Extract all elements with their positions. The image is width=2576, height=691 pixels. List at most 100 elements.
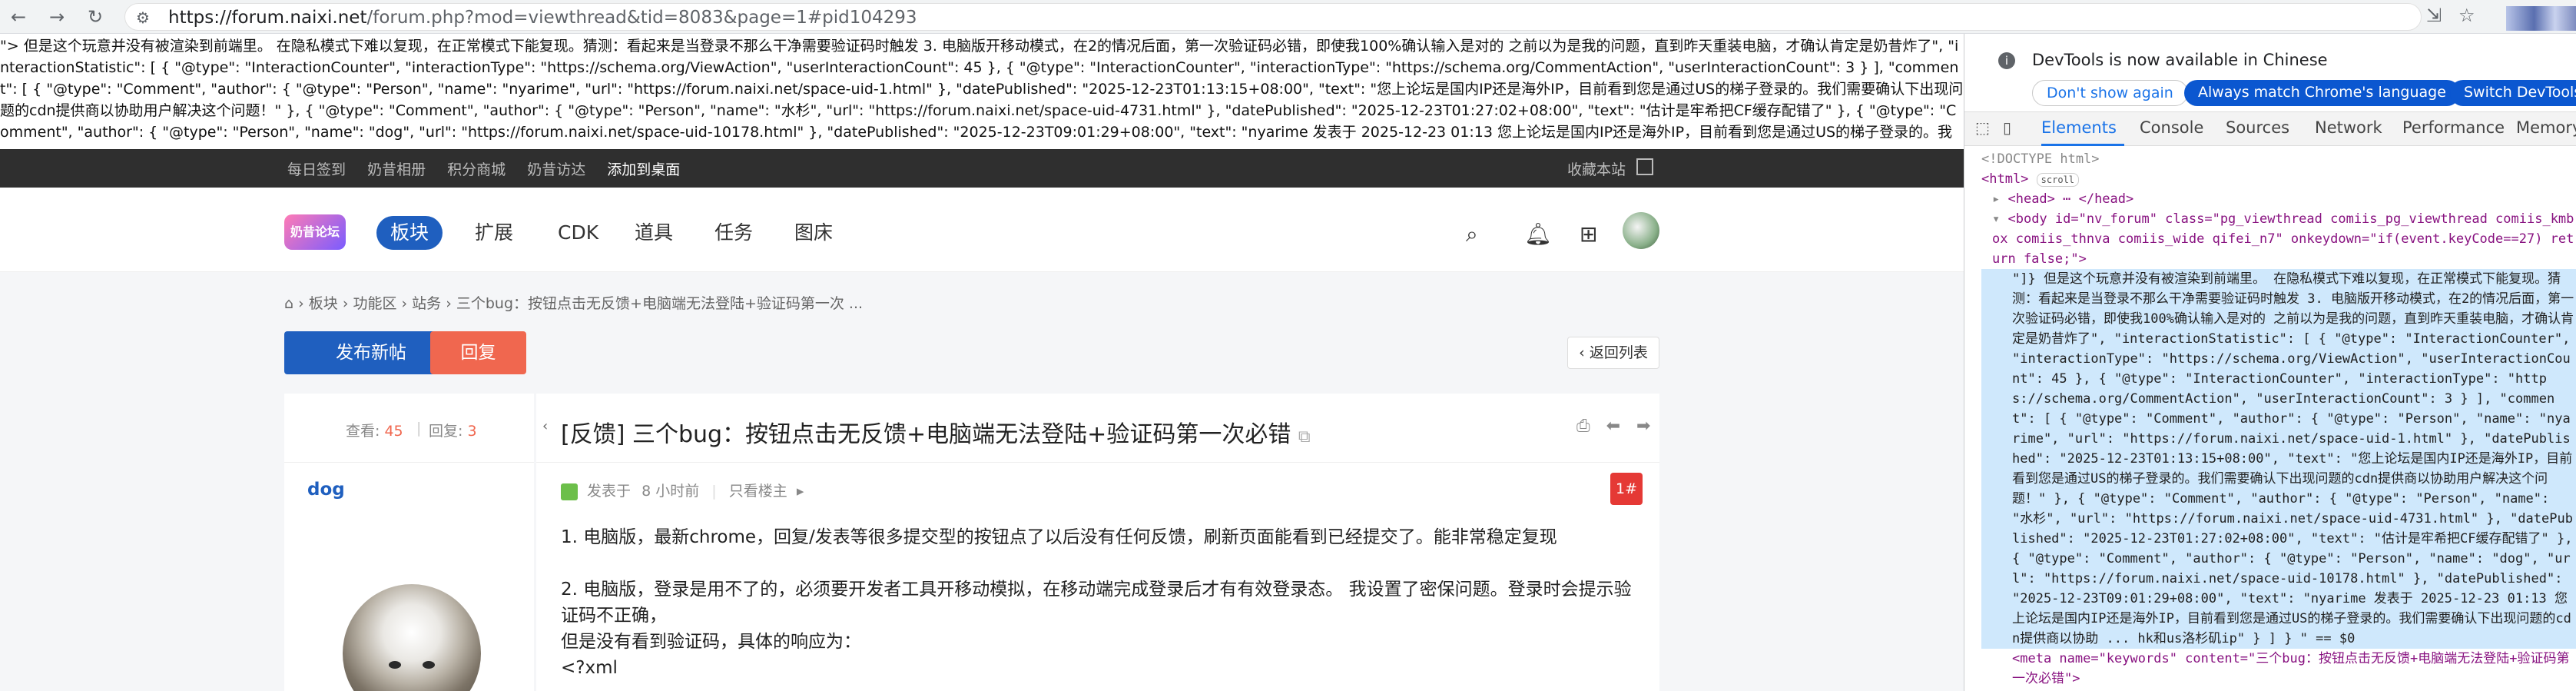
tab-network[interactable]: Network [2315, 118, 2382, 137]
breadcrumb-item[interactable]: 板块 [309, 295, 338, 312]
views-stat: 查看: 45 [346, 423, 403, 440]
author-name[interactable]: dog [307, 480, 345, 500]
reply-button[interactable]: 回复 [430, 331, 526, 374]
nav-cdk[interactable]: CDK [544, 216, 612, 250]
posted-label: 发表于 [587, 483, 632, 500]
post-paragraph: 1. 电脑版，最新chrome，回复/发表等很多提交型的按钮点了以后没有任何反馈… [561, 527, 1557, 547]
post-column: ‹ [反馈] 三个bug：按钮点击无反馈+电脑端无法登陆+验证码第一次必错 ⧉ … [536, 394, 1659, 691]
info-icon: i [1998, 52, 2015, 69]
forward-arrow-icon[interactable]: → [45, 5, 69, 29]
dom-html-open[interactable]: <html> scroll [1981, 169, 2576, 189]
posted-time: 8 小时前 [642, 483, 700, 500]
device-toggle-icon[interactable]: ▯ [2003, 118, 2011, 137]
tab-elements[interactable]: Elements [2041, 118, 2117, 137]
devtools-language-notice: i DevTools is now available in Chinese D… [1964, 34, 2576, 112]
dom-tree: <!DOCTYPE html> <html> scroll ▸ <head> ⋯… [1964, 149, 2576, 691]
only-author-link[interactable]: 只看楼主 [729, 483, 787, 500]
tab-sources[interactable]: Sources [2226, 118, 2289, 137]
dom-body-open[interactable]: ▾ <body id="nv_forum" class="pg_viewthre… [1981, 209, 2576, 269]
thread-tools: ⎙ ⬅ ➡ [1566, 417, 1650, 436]
thread-title: [反馈] 三个bug：按钮点击无反馈+电脑端无法登陆+验证码第一次必错 ⧉ [561, 421, 1311, 448]
chevron-right-icon: ▸ [796, 483, 804, 500]
address-bar[interactable]: ⚙ https://forum.naixi.net/forum.php?mod=… [124, 3, 2422, 31]
topbar-link-checkin[interactable]: 每日签到 [287, 161, 346, 178]
stats-divider: | [416, 420, 422, 437]
thread-title-bar: ‹ [反馈] 三个bug：按钮点击无反馈+电脑端无法登陆+验证码第一次必错 ⧉ … [536, 394, 1659, 463]
floor-badge[interactable]: 1# [1610, 473, 1643, 505]
user-avatar[interactable] [1623, 212, 1659, 249]
breadcrumb: ⌂ › 板块 › 功能区 › 站务 › 三个bug：按钮点击无反馈+电脑端无法登… [284, 292, 863, 313]
prev-thread-icon[interactable]: ⬅ [1606, 417, 1620, 436]
breadcrumb-sep-icon: › [298, 295, 309, 312]
match-language-button[interactable]: Always match Chrome's language [2184, 80, 2460, 106]
author-avatar[interactable] [343, 584, 481, 691]
topbar-links: 每日签到 奶昔相册 积分商城 奶昔访达 添加到桌面 [287, 158, 697, 179]
leaked-json-text: "> 但是这个玩意并没有被渲染到前端里。 在隐私模式下难以复现，在正常模式下能复… [0, 38, 1964, 141]
print-icon[interactable]: ⎙ [1576, 417, 1590, 436]
expand-arrow-icon[interactable]: ▸ [1992, 191, 2007, 207]
topbar-link-shop[interactable]: 积分商城 [447, 161, 506, 178]
devtools-tabs: ⬚ ▯ Elements Console Sources Network Per… [1964, 112, 2576, 146]
topbar-link-album[interactable]: 奶昔相册 [367, 161, 426, 178]
dont-show-again-button[interactable]: Don't show again [2032, 80, 2188, 106]
topbar-link-desktop[interactable]: 添加到桌面 [607, 161, 680, 178]
dom-text-node[interactable]: "]} 但是这个玩意并没有被渲染到前端里。 在隐私模式下难以复现，在正常模式下能… [1981, 269, 2576, 649]
profile-avatar[interactable] [2506, 6, 2576, 31]
active-tab-indicator [2041, 144, 2124, 146]
post-paragraph: 2. 电脑版，登录是用不了的，必须要开发者工具开移动模拟，在移动端完成登录后才有… [561, 580, 1632, 626]
breadcrumb-sep-icon: › [446, 295, 456, 312]
dom-meta-keywords[interactable]: <meta name="keywords" content="三个bug：按钮点… [1981, 649, 2576, 689]
nav-imagehost[interactable]: 图床 [781, 216, 847, 250]
collapse-arrow-icon[interactable]: ▾ [1992, 211, 2007, 227]
favorite-link[interactable]: 收藏本站 [1567, 158, 1626, 179]
inspect-element-icon[interactable]: ⬚ [1975, 118, 1990, 137]
site-topbar: 每日签到 奶昔相册 积分商城 奶昔访达 添加到桌面 收藏本站 [0, 149, 1964, 188]
url-text: https://forum.naixi.net/forum.php?mod=vi… [168, 8, 917, 28]
meta-divider: | [711, 483, 717, 500]
search-icon[interactable]: ⌕ [1466, 221, 1478, 247]
nav-tasks[interactable]: 任务 [701, 216, 767, 250]
nav-items[interactable]: 道具 [621, 216, 687, 250]
nav-extensions[interactable]: 扩展 [461, 216, 527, 250]
replies-stat: 回复: 3 [429, 423, 477, 440]
post-code-line: <?xml [561, 658, 618, 678]
site-header: 奶昔论坛 板块 扩展 CDK 道具 任务 图床 ⌕ 🔔︎ ⊞ [0, 188, 1964, 272]
web-page: "> 但是这个玩意并没有被渲染到前端里。 在隐私模式下难以复现，在正常模式下能复… [0, 34, 1964, 691]
switch-devtools-button[interactable]: Switch DevTools t [2450, 80, 2576, 106]
next-thread-icon[interactable]: ➡ [1636, 417, 1650, 436]
apps-grid-icon[interactable]: ⊞ [1580, 221, 1597, 247]
author-column: 查看: 45 | 回复: 3 dog [284, 394, 534, 691]
install-icon[interactable]: ⇲ [2426, 5, 2442, 26]
notice-text: DevTools is now available in Chinese [2032, 51, 2328, 69]
topbar-link-finder[interactable]: 奶昔访达 [527, 161, 585, 178]
bell-icon[interactable]: 🔔︎ [1524, 221, 1552, 247]
devtools-panel: i DevTools is now available in Chinese D… [1964, 34, 2576, 691]
back-to-list-button[interactable]: ‹ 返回列表 [1567, 337, 1659, 369]
nav-forums[interactable]: 板块 [376, 216, 443, 250]
collapse-arrow-icon[interactable]: ‹ [542, 418, 548, 434]
reload-icon[interactable]: ↻ [83, 5, 108, 29]
breadcrumb-item[interactable]: 功能区 [353, 295, 396, 312]
copy-link-icon[interactable]: ⧉ [1298, 427, 1311, 447]
back-to-list-label: 返回列表 [1589, 344, 1648, 361]
post-paragraph: 但是没有看到验证码，具体的响应为： [561, 632, 861, 652]
back-arrow-icon[interactable]: ← [6, 5, 31, 29]
dom-head[interactable]: ▸ <head> ⋯ </head> [1981, 189, 2576, 209]
fullscreen-icon[interactable] [1636, 158, 1653, 175]
breadcrumb-sep-icon: › [401, 295, 413, 312]
scroll-badge[interactable]: scroll [2036, 173, 2080, 187]
breadcrumb-item[interactable]: 站务 [412, 295, 441, 312]
browser-toolbar: ← → ↻ ⚙ https://forum.naixi.net/forum.ph… [0, 0, 2576, 34]
breadcrumb-item[interactable]: 三个bug：按钮点击无反馈+电脑端无法登陆+验证码第一次 ... [456, 295, 863, 312]
online-status-icon [561, 483, 578, 500]
home-icon[interactable]: ⌂ [284, 295, 293, 312]
bookmark-star-icon[interactable]: ☆ [2458, 5, 2475, 26]
tab-performance[interactable]: Performance [2402, 118, 2505, 137]
tab-console[interactable]: Console [2140, 118, 2203, 137]
breadcrumb-sep-icon: › [342, 295, 353, 312]
tab-memory[interactable]: Memory [2516, 118, 2576, 137]
dom-doctype[interactable]: <!DOCTYPE html> [1981, 149, 2576, 169]
site-logo[interactable]: 奶昔论坛 [284, 214, 346, 250]
site-settings-icon[interactable]: ⚙ [136, 8, 150, 27]
chevron-left-icon: ‹ [1579, 344, 1590, 361]
